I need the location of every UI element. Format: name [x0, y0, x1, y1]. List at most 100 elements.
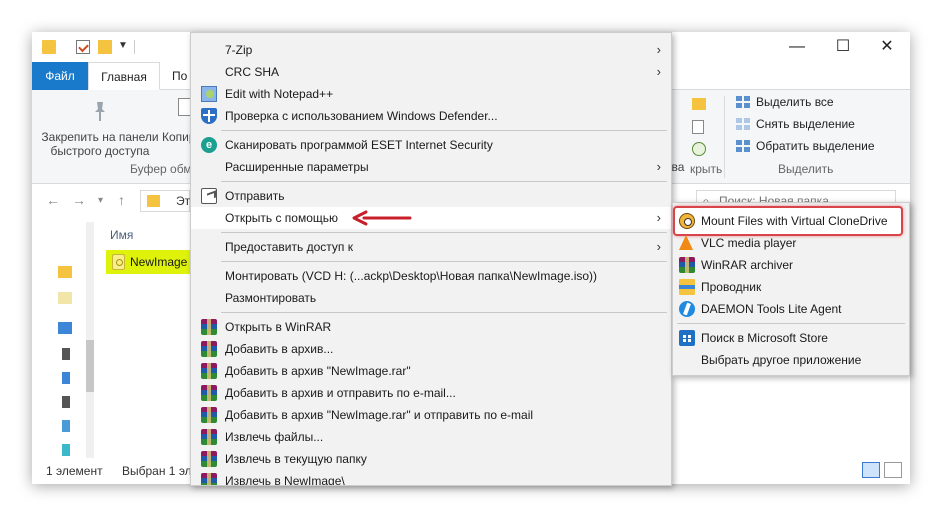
menu-item-label: VLC media player [701, 236, 797, 250]
menu-item-virtual-clonedrive[interactable]: Mount Files with Virtual CloneDrive [673, 210, 909, 232]
submenu-chevron-icon: › [656, 239, 661, 254]
edit-icon[interactable] [692, 120, 704, 134]
menu-item-7zip[interactable]: 7-Zip › [191, 39, 671, 61]
menu-item-unmount[interactable]: Размонтировать [191, 287, 671, 309]
divider [724, 96, 725, 178]
menu-item-label: Проверка с использованием Windows Defend… [225, 109, 498, 123]
menu-item-give-access[interactable]: Предоставить доступ к › [191, 236, 671, 258]
menu-item-daemon-tools[interactable]: DAEMON Tools Lite Agent [673, 298, 909, 320]
tab-file[interactable]: Файл [32, 62, 88, 90]
submenu-chevron-icon: › [656, 42, 661, 57]
file-explorer-icon [679, 279, 695, 295]
menu-item-share[interactable]: Отправить [191, 185, 671, 207]
menu-item-label: Извлечь файлы... [225, 430, 324, 444]
menu-item-label: Отправить [225, 189, 285, 203]
share-icon [201, 188, 217, 204]
item-count: 1 элемент [46, 464, 103, 478]
folder-icon[interactable] [42, 40, 56, 54]
folder-icon[interactable] [58, 292, 72, 304]
properties-icon[interactable] [76, 40, 90, 54]
file-name: NewImage [130, 255, 188, 269]
menu-item-add-and-email[interactable]: Добавить в архив и отправить по e-mail..… [191, 382, 671, 404]
downloads-icon[interactable] [62, 372, 70, 384]
annotation-arrow [352, 210, 412, 226]
menu-item-label: Открыть с помощью [225, 211, 339, 225]
menu-divider [221, 232, 667, 233]
menu-item-microsoft-store[interactable]: Поиск в Microsoft Store [673, 327, 909, 349]
file-row[interactable]: NewImage [106, 250, 196, 274]
menu-item-label: Edit with Notepad++ [225, 87, 334, 101]
navigation-scrollbar[interactable] [86, 222, 94, 458]
maximize-button[interactable]: ☐ [820, 32, 866, 62]
winrar-icon [201, 451, 217, 467]
open-with-submenu: Mount Files with Virtual CloneDrive VLC … [672, 202, 910, 376]
context-menu: 7-Zip › CRC SHA › Edit with Notepad++ Пр… [190, 32, 672, 486]
documents-icon[interactable] [62, 348, 70, 360]
quick-access-dropdown-icon[interactable]: ▼ [118, 40, 128, 51]
select-none-icon [736, 118, 750, 131]
desktop-icon[interactable] [62, 420, 70, 432]
menu-item-extract-to-folder[interactable]: Извлечь в NewImage\ [191, 470, 671, 485]
tab-home[interactable]: Главная [88, 62, 160, 90]
back-arrow-icon[interactable]: ← [46, 192, 60, 208]
select-none-button[interactable]: Снять выделение [736, 114, 855, 134]
menu-item-open-with[interactable]: Открыть с помощью › [191, 207, 671, 229]
winrar-icon [201, 385, 217, 401]
menu-item-mount[interactable]: Монтировать (VCD H: (...ackp\Desktop\Нов… [191, 265, 671, 287]
menu-item-file-explorer[interactable]: Проводник [673, 276, 909, 298]
close-button[interactable]: ✕ [864, 32, 910, 62]
music-icon[interactable] [62, 396, 70, 408]
select-none-label: Снять выделение [756, 117, 855, 131]
invert-selection-button[interactable]: Обратить выделение [736, 136, 875, 156]
menu-item-extract-here[interactable]: Извлечь в текущую папку [191, 448, 671, 470]
history-icon[interactable] [692, 142, 706, 156]
menu-item-label: Добавить в архив "NewImage.rar" [225, 364, 411, 378]
menu-item-open-in-winrar[interactable]: Открыть в WinRAR [191, 316, 671, 338]
menu-item-windows-defender[interactable]: Проверка с использованием Windows Defend… [191, 105, 671, 127]
folder-icon [147, 195, 160, 207]
menu-item-label: Добавить в архив "NewImage.rar" и отправ… [225, 408, 534, 422]
menu-item-choose-another-app[interactable]: Выбрать другое приложение [673, 349, 909, 371]
minimize-button[interactable]: — [774, 32, 820, 62]
menu-item-vlc[interactable]: VLC media player [673, 232, 909, 254]
pin-to-quick-access-label[interactable]: Закрепить на панели быстрого доступа [40, 130, 160, 158]
select-all-label: Выделить все [756, 95, 834, 109]
menu-item-notepad-plus-plus[interactable]: Edit with Notepad++ [191, 83, 671, 105]
menu-item-add-to-archive[interactable]: Добавить в архив... [191, 338, 671, 360]
folder-icon[interactable] [692, 98, 706, 110]
clipboard-group-label: Буфер обм [130, 162, 192, 176]
address-path[interactable]: Эт [176, 194, 190, 208]
menu-item-label: Открыть в WinRAR [225, 320, 332, 334]
up-arrow-icon[interactable]: ↑ [118, 192, 125, 208]
menu-item-eset-scan[interactable]: e Сканировать программой ESET Internet S… [191, 134, 671, 156]
menu-item-add-rar-and-email[interactable]: Добавить в архив "NewImage.rar" и отправ… [191, 404, 671, 426]
drive-icon[interactable] [62, 444, 70, 456]
menu-item-winrar[interactable]: WinRAR archiver [673, 254, 909, 276]
details-view-icon[interactable] [862, 462, 880, 478]
open-group-label: крыть [690, 162, 723, 176]
selection-count: Выбран 1 эл [122, 464, 192, 478]
select-all-button[interactable]: Выделить все [736, 92, 834, 112]
column-header-name[interactable]: Имя [110, 228, 133, 242]
menu-item-advanced-options[interactable]: Расширенные параметры › [191, 156, 671, 178]
menu-item-label: Добавить в архив... [225, 342, 334, 356]
forward-arrow-icon[interactable]: → [72, 192, 86, 208]
virtual-clonedrive-icon [679, 213, 695, 229]
pin-icon[interactable] [90, 100, 110, 122]
menu-item-label: Mount Files with Virtual CloneDrive [701, 214, 888, 228]
menu-item-crc-sha[interactable]: CRC SHA › [191, 61, 671, 83]
notepad-plus-plus-icon [201, 86, 217, 102]
menu-divider [221, 312, 667, 313]
this-pc-icon[interactable] [58, 322, 72, 334]
scrollbar-thumb[interactable] [86, 340, 94, 392]
menu-divider [221, 130, 667, 131]
winrar-icon [201, 407, 217, 423]
new-folder-icon[interactable] [98, 40, 112, 54]
large-icons-view-icon[interactable] [884, 462, 902, 478]
winrar-icon [201, 429, 217, 445]
menu-item-label: Предоставить доступ к [225, 240, 353, 254]
recent-locations-icon[interactable]: ▾ [98, 195, 103, 206]
menu-item-extract-files[interactable]: Извлечь файлы... [191, 426, 671, 448]
quick-access-icon[interactable] [58, 266, 72, 278]
menu-item-add-to-rar[interactable]: Добавить в архив "NewImage.rar" [191, 360, 671, 382]
